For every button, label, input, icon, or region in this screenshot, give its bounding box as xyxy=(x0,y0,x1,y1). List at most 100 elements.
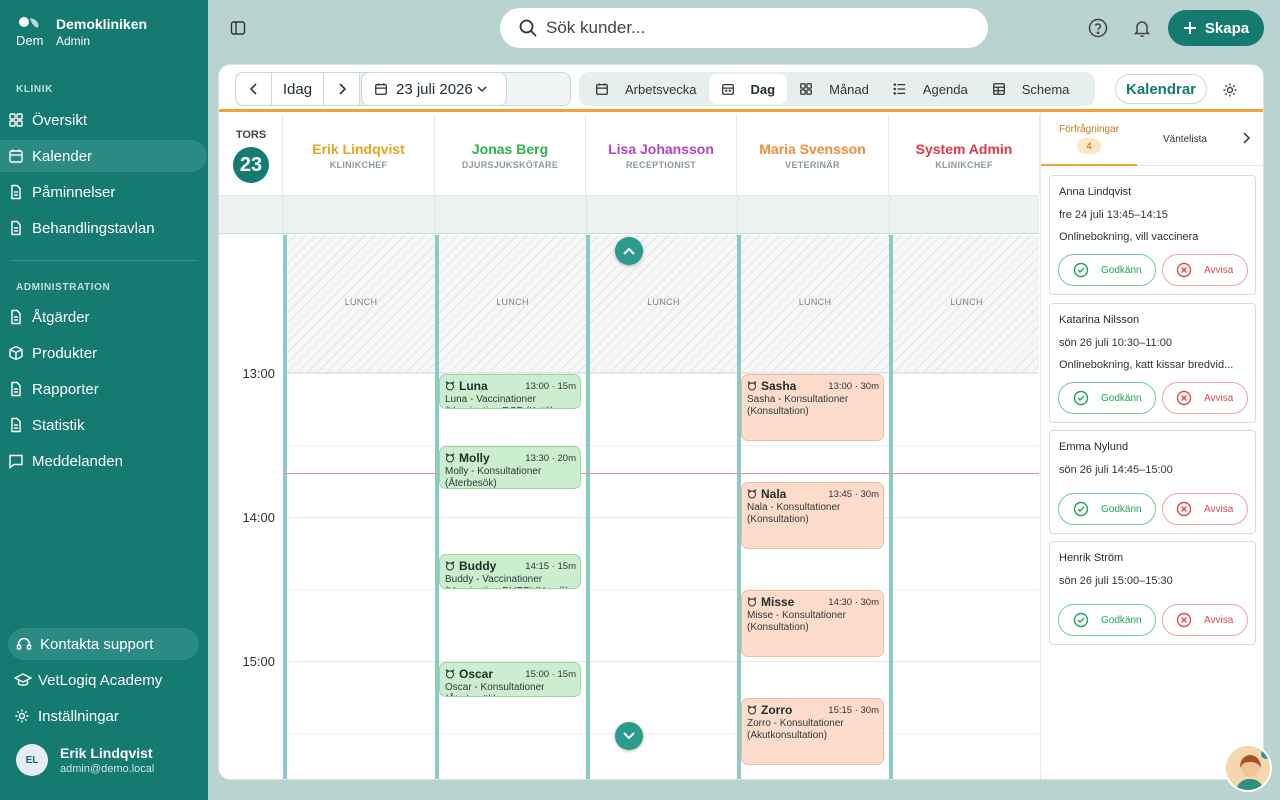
sidebar-item-rapporter[interactable]: Rapporter xyxy=(0,373,208,405)
sidebar-item-oversikt[interactable]: Översikt xyxy=(0,104,208,136)
message-icon xyxy=(8,453,24,469)
staff-column[interactable]: LUNCH xyxy=(435,235,586,779)
clinic-name: Demokliniken xyxy=(56,16,148,32)
sidebar-item-settings[interactable]: Inställningar xyxy=(0,700,208,732)
request-card[interactable]: Emma Nylund sön 26 juli 14:45–15:00 Godk… xyxy=(1049,430,1256,534)
search-placeholder: Sök kunder... xyxy=(546,18,646,37)
calendars-button[interactable]: Kalendrar xyxy=(1115,74,1207,104)
view-dag[interactable]: Dag xyxy=(708,74,788,104)
section-label-administration: ADMINISTRATION xyxy=(16,282,111,293)
time-label: 15:00 xyxy=(242,654,275,669)
sidebar-item-atgarder[interactable]: Åtgärder xyxy=(0,301,208,333)
lunch-block: LUNCH xyxy=(741,235,889,373)
approve-button[interactable]: Godkänn xyxy=(1058,604,1156,636)
staff-role: DJURSJUKSKÖTARE xyxy=(461,160,559,170)
staff-column[interactable]: LUNCH xyxy=(889,235,1039,779)
requests-tabs: Förfrågningar 4 Väntelista xyxy=(1041,112,1263,166)
sidebar-item-label: Åtgärder xyxy=(32,308,90,326)
request-name: Anna Lindqvist xyxy=(1059,186,1132,198)
scroll-up-button[interactable] xyxy=(615,237,643,265)
lunch-block: LUNCH xyxy=(439,235,586,373)
all-day-row[interactable] xyxy=(219,195,1039,235)
next-day-button[interactable] xyxy=(324,73,360,105)
help-icon[interactable] xyxy=(1088,18,1108,38)
view-manad[interactable]: Månad xyxy=(787,74,881,104)
tab-waitlist[interactable]: Väntelista xyxy=(1163,134,1207,145)
sidebar-item-statistik[interactable]: Statistik xyxy=(0,409,208,441)
appointment[interactable]: Luna 13:00 · 15m Luna - Vaccinationer (Va… xyxy=(439,374,581,409)
sidebar-item-academy[interactable]: VetLogiq Academy xyxy=(0,664,208,696)
view-label: Arbetsvecka xyxy=(625,81,697,97)
tab-requests[interactable]: Förfrågningar 4 xyxy=(1041,112,1137,166)
headset-icon xyxy=(16,636,32,652)
view-schema[interactable]: Schema xyxy=(980,74,1082,104)
view-arbetsvecka[interactable]: Arbetsvecka xyxy=(583,74,709,104)
appointment-description: Misse - Konsultationer (Konsultation) xyxy=(747,610,846,633)
staff-column[interactable]: LUNCH xyxy=(586,235,737,779)
patient-name: Sasha xyxy=(761,379,797,393)
appointment-time: 13:00 · 15m xyxy=(525,380,576,392)
sidebar-item-label: Påminnelser xyxy=(32,183,116,201)
sidebar-item-produkter[interactable]: Produkter xyxy=(0,337,208,369)
staff-header[interactable]: Maria Svensson VETERINÄR xyxy=(737,115,889,195)
patient-name: Luna xyxy=(459,379,488,393)
appointment[interactable]: Zorro 15:15 · 30m Zorro - Konsultationer … xyxy=(741,698,884,765)
staff-name: Erik Lindqvist xyxy=(312,141,405,157)
appointment[interactable]: Buddy 14:15 · 15m Buddy - Vaccinationer (… xyxy=(439,554,581,589)
approve-button[interactable]: Godkänn xyxy=(1058,493,1156,525)
sidebar-item-paminnelser[interactable]: Påminnelser xyxy=(0,176,208,208)
appointment[interactable]: Sasha 13:00 · 30m Sasha - Konsultationer … xyxy=(741,374,884,441)
request-card[interactable]: Katarina Nilsson sön 26 juli 10:30–11:00… xyxy=(1049,303,1256,423)
sidebar-item-meddelanden[interactable]: Meddelanden xyxy=(0,445,208,477)
create-button[interactable]: Skapa xyxy=(1168,10,1264,46)
sidebar-item-behandlingstavlan[interactable]: Behandlingstavlan xyxy=(0,212,208,244)
staff-column[interactable]: LUNCH xyxy=(283,235,435,779)
prev-day-button[interactable] xyxy=(236,73,272,105)
appointment[interactable]: Molly 13:30 · 20m Molly - Konsultationer … xyxy=(439,446,581,489)
calendar-grid[interactable]: 13:00 14:00 15:00 LUNCH LUNCH LUNCH LUNC… xyxy=(219,235,1039,779)
today-button[interactable]: Idag xyxy=(272,73,324,105)
reject-button[interactable]: Avvisa xyxy=(1162,382,1248,414)
appointment[interactable]: Nala 13:45 · 30m Nala - Konsultationer (K… xyxy=(741,482,884,549)
appointment[interactable]: Oscar 15:00 · 15m Oscar - Konsultationer … xyxy=(439,662,581,697)
sidebar-item-label: Översikt xyxy=(32,111,88,129)
request-time: sön 26 juli 10:30–11:00 xyxy=(1059,337,1172,349)
approve-button[interactable]: Godkänn xyxy=(1058,382,1156,414)
assistant-avatar-button[interactable] xyxy=(1224,744,1272,792)
tab-label: Förfrågningar xyxy=(1058,124,1120,135)
reject-button[interactable]: Avvisa xyxy=(1162,604,1248,636)
request-card[interactable]: Anna Lindqvist fre 24 juli 13:45–14:15 O… xyxy=(1049,175,1256,295)
brand[interactable]: Dem Demokliniken Admin xyxy=(14,14,147,48)
reject-button[interactable]: Avvisa xyxy=(1162,254,1248,286)
lunch-label: LUNCH xyxy=(950,297,983,307)
view-agenda[interactable]: Agenda xyxy=(881,74,980,104)
appointment-time: 14:15 · 15m xyxy=(525,560,576,572)
bell-icon[interactable] xyxy=(1132,18,1152,38)
staff-header[interactable]: Jonas Berg DJURSJUKSKÖTARE xyxy=(435,115,586,195)
patient-name: Buddy xyxy=(459,559,497,573)
staff-header[interactable]: System Admin KLINIKCHEF xyxy=(889,115,1040,195)
user-profile[interactable]: EL Erik Lindqvist admin@demo.local xyxy=(16,744,154,776)
staff-header[interactable]: Lisa Johansson RECEPTIONIST xyxy=(586,115,737,195)
chevron-right-icon[interactable] xyxy=(1241,132,1251,144)
appointment-time: 15:15 · 30m xyxy=(828,704,879,716)
sidebar-item-label: Inställningar xyxy=(38,707,119,725)
gear-icon[interactable] xyxy=(1222,82,1238,98)
staff-name: Lisa Johansson xyxy=(608,141,714,157)
approve-button[interactable]: Godkänn xyxy=(1058,254,1156,286)
date-picker[interactable]: 23 juli 2026 xyxy=(361,72,507,106)
request-name: Henrik Ström xyxy=(1059,552,1124,564)
chevron-up-icon xyxy=(623,247,635,255)
lunch-label: LUNCH xyxy=(496,297,529,307)
search-input[interactable]: Sök kunder... xyxy=(500,8,988,48)
calendar-icon xyxy=(721,82,735,96)
lunch-block: LUNCH xyxy=(287,235,435,373)
appointment[interactable]: Misse 14:30 · 30m Misse - Konsultationer … xyxy=(741,590,884,657)
sidebar-toggle-icon[interactable] xyxy=(230,20,246,36)
staff-header[interactable]: Erik Lindqvist KLINIKCHEF xyxy=(283,115,435,195)
sidebar-item-kalender[interactable]: Kalender xyxy=(0,140,207,172)
contact-support-button[interactable]: Kontakta support xyxy=(8,628,199,660)
request-card[interactable]: Henrik Ström sön 26 juli 15:00–15:30 God… xyxy=(1049,541,1256,645)
scroll-down-button[interactable] xyxy=(615,722,643,750)
reject-button[interactable]: Avvisa xyxy=(1162,493,1248,525)
